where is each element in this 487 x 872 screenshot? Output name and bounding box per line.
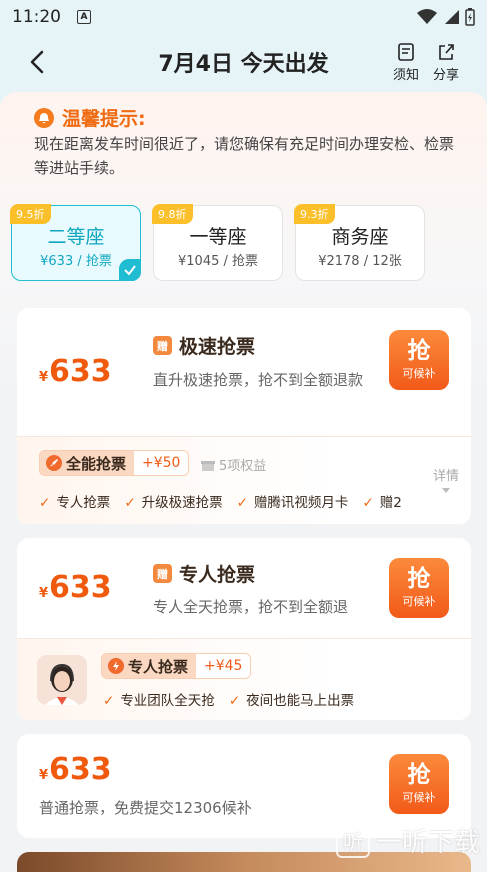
- addon-name-text: 专人抢票: [128, 657, 189, 676]
- feature-list: 专业团队全天抢 夜间也能马上出票: [103, 689, 354, 709]
- seat-option-business-class[interactable]: 9.3折 商务座 ¥2178 / 12张: [294, 204, 425, 281]
- rights-count: 5项权益: [201, 455, 266, 474]
- notice-button[interactable]: 须知: [388, 42, 424, 83]
- seat-option-second-class[interactable]: 9.5折 二等座 ¥633 / 抢票: [10, 204, 141, 281]
- bell-icon: [34, 107, 54, 128]
- addon-tag[interactable]: 全能抢票 +¥50: [39, 450, 190, 476]
- agent-avatar: [37, 655, 87, 705]
- package-price: ¥ 633: [39, 752, 112, 787]
- tip-text: 现在距离发车时间很近了，请您确保有充足时间办理安检、检票等进站手续。: [34, 135, 455, 177]
- addon-name: 专人抢票: [102, 654, 197, 678]
- price-value: 633: [49, 752, 112, 787]
- grab-button[interactable]: 抢 可候补: [389, 558, 449, 618]
- grab-sub: 可候补: [402, 367, 436, 380]
- seat-price: ¥2178 / 12张: [318, 254, 402, 269]
- grab-button[interactable]: 抢 可候补: [389, 330, 449, 390]
- lightning-icon: [108, 658, 124, 674]
- tip-title: 温馨提示:: [62, 108, 146, 130]
- package-price: ¥ 633: [39, 570, 112, 605]
- price-value: 633: [49, 570, 112, 605]
- grab-sub: 可候补: [402, 791, 436, 804]
- currency-symbol: ¥: [39, 768, 49, 783]
- tip-heading: 温馨提示:: [34, 104, 146, 131]
- addon-strip: 专人抢票 +¥45 专业团队全天抢 夜间也能马上出票: [17, 638, 471, 720]
- gift-icon: 赠: [153, 564, 172, 583]
- detail-label: 详情: [432, 469, 459, 484]
- seat-name: 商务座: [331, 226, 389, 248]
- package-price: ¥ 633: [39, 354, 112, 389]
- feature-item: 升级极速抢票: [124, 491, 223, 511]
- tip-area: 温馨提示: 现在距离发车时间很近了，请您确保有充足时间办理安检、检票等进站手续。: [0, 92, 487, 392]
- feature-item: 专人抢票: [39, 491, 110, 511]
- watermark-logo: 听: [336, 823, 370, 858]
- feature-list: 专人抢票 升级极速抢票 赠腾讯视频月卡 赠2: [39, 491, 439, 511]
- status-time: 11:20: [12, 7, 61, 27]
- addon-strip: 全能抢票 +¥50 5项权益 详情 专人抢票 升级极速抢票 赠腾讯视频月卡 赠2: [17, 436, 471, 524]
- signal-icon: [445, 10, 459, 24]
- currency-symbol: ¥: [39, 586, 49, 601]
- discount-badge: 9.8折: [152, 204, 193, 224]
- seat-name: 一等座: [189, 226, 247, 248]
- battery-icon: [465, 8, 475, 26]
- discount-badge: 9.3折: [294, 204, 335, 224]
- rights-text: 5项权益: [219, 459, 267, 474]
- package-card-dedicated[interactable]: ¥ 633 赠 专人抢票 专人全天抢票，抢不到全额退 抢 可候补 专人抢票 +¥: [17, 538, 471, 720]
- package-desc: 直升极速抢票，抢不到全额退款: [153, 371, 364, 389]
- gift-box-icon: [201, 460, 215, 471]
- addon-name: 全能抢票: [40, 451, 135, 475]
- grab-label: 抢: [407, 566, 431, 592]
- check-icon: [119, 259, 141, 281]
- seat-name: 二等座: [47, 226, 105, 248]
- feature-item: 专业团队全天抢: [103, 689, 215, 709]
- watermark: 听 一听下载: [336, 822, 480, 859]
- addon-price: +¥45: [196, 654, 251, 678]
- grab-sub: 可候补: [402, 595, 436, 608]
- package-desc: 专人全天抢票，抢不到全额退: [153, 598, 349, 616]
- notice-label: 须知: [392, 68, 419, 83]
- share-button[interactable]: 分享: [428, 42, 464, 83]
- seat-option-first-class[interactable]: 9.8折 一等座 ¥1045 / 抢票: [152, 204, 283, 281]
- price-value: 633: [49, 354, 112, 389]
- grab-button[interactable]: 抢 可候补: [389, 754, 449, 814]
- seat-price: ¥1045 / 抢票: [178, 254, 258, 269]
- chevron-down-icon: [441, 488, 450, 493]
- wifi-icon: [417, 9, 437, 24]
- gift-icon: 赠: [153, 336, 172, 355]
- feature-item: 赠腾讯视频月卡: [237, 491, 349, 511]
- discount-badge: 9.5折: [10, 204, 51, 224]
- status-icons: [417, 8, 475, 26]
- addon-price: +¥50: [134, 451, 189, 475]
- package-title: 赠 专人抢票: [153, 560, 255, 587]
- package-title-text: 专人抢票: [179, 564, 256, 586]
- addon-tag[interactable]: 专人抢票 +¥45: [101, 653, 252, 679]
- package-title-text: 极速抢票: [179, 336, 256, 358]
- notification-icon: A: [77, 10, 91, 24]
- watermark-text: 一听下载: [376, 828, 481, 858]
- status-bar: 11:20 A: [0, 0, 487, 34]
- addon-name-text: 全能抢票: [66, 454, 127, 473]
- grab-label: 抢: [407, 338, 431, 364]
- document-icon: [398, 43, 414, 61]
- share-icon: [439, 44, 454, 60]
- currency-symbol: ¥: [39, 370, 49, 385]
- share-label: 分享: [432, 68, 459, 83]
- feature-item: 赠2: [362, 491, 402, 511]
- grab-label: 抢: [407, 762, 431, 788]
- package-desc: 普通抢票，免费提交12306候补: [39, 799, 252, 817]
- package-card-express[interactable]: ¥ 633 赠 极速抢票 直升极速抢票，抢不到全额退款 抢 可候补 全能抢票 +…: [17, 308, 471, 524]
- nav-header: 7月4日 今天出发 须知 分享: [0, 34, 487, 92]
- rocket-icon: [46, 455, 62, 471]
- feature-item: 夜间也能马上出票: [229, 689, 354, 709]
- package-title: 赠 极速抢票: [153, 332, 255, 359]
